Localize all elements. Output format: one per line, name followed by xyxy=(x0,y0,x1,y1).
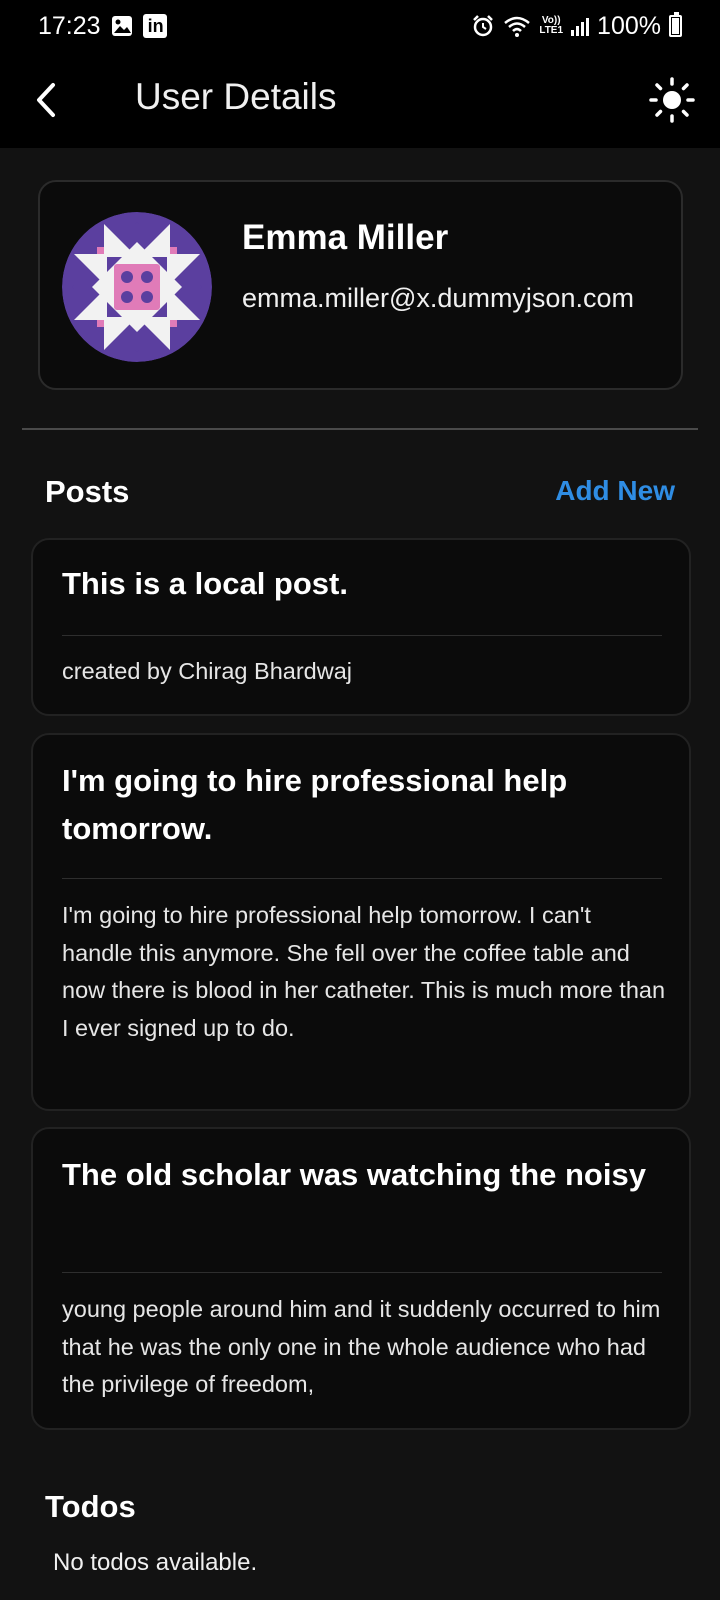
image-icon xyxy=(111,15,133,37)
status-time: 17:23 xyxy=(38,11,101,40)
post-card[interactable]: I'm going to hire professional help tomo… xyxy=(31,733,691,1111)
posts-heading: Posts xyxy=(45,474,130,509)
divider xyxy=(22,428,698,430)
post-body: created by Chirag Bhardwaj xyxy=(62,658,352,684)
wifi-icon xyxy=(503,14,531,38)
battery-icon xyxy=(669,12,682,37)
linkedin-icon: in xyxy=(142,14,167,38)
post-separator xyxy=(62,1272,662,1273)
status-left: 17:23 in xyxy=(38,12,167,41)
post-card[interactable]: The old scholar was watching the noisy y… xyxy=(31,1127,691,1430)
todos-heading: Todos xyxy=(45,1489,136,1524)
avatar xyxy=(62,212,212,362)
page-title: User Details xyxy=(135,76,337,117)
todos-empty-text: No todos available. xyxy=(53,1549,258,1576)
status-right: Vo)) LTE1 100% xyxy=(471,12,682,41)
add-new-post-button[interactable]: Add New xyxy=(555,475,675,507)
profile-card: Emma Miller emma.miller@x.dummyjson.com xyxy=(38,180,683,390)
profile-name: Emma Miller xyxy=(242,218,449,257)
status-bar: 17:23 in Vo)) LTE1 100% xyxy=(0,0,720,52)
alarm-icon xyxy=(471,14,495,38)
post-body: young people around him and it suddenly … xyxy=(62,1296,661,1397)
chevron-left-icon xyxy=(37,83,55,117)
post-title: I'm going to hire professional help tomo… xyxy=(62,763,568,846)
battery-percent: 100% xyxy=(597,11,661,40)
post-separator xyxy=(62,635,662,636)
post-title: This is a local post. xyxy=(62,566,348,601)
network-badge: Vo)) LTE1 xyxy=(539,16,563,36)
post-card[interactable]: This is a local post. created by Chirag … xyxy=(31,538,691,716)
post-title: The old scholar was watching the noisy xyxy=(62,1157,646,1192)
linkedin-label: in xyxy=(147,15,164,36)
post-body: I'm going to hire professional help tomo… xyxy=(62,902,666,1041)
post-separator xyxy=(62,878,662,879)
sun-icon xyxy=(649,77,695,123)
back-button[interactable] xyxy=(22,76,70,124)
profile-email: emma.miller@x.dummyjson.com xyxy=(242,283,634,313)
signal-icon xyxy=(571,16,590,36)
theme-toggle-button[interactable] xyxy=(646,74,698,126)
app-bar: User Details xyxy=(0,52,720,148)
network-bottom: LTE1 xyxy=(539,25,564,36)
